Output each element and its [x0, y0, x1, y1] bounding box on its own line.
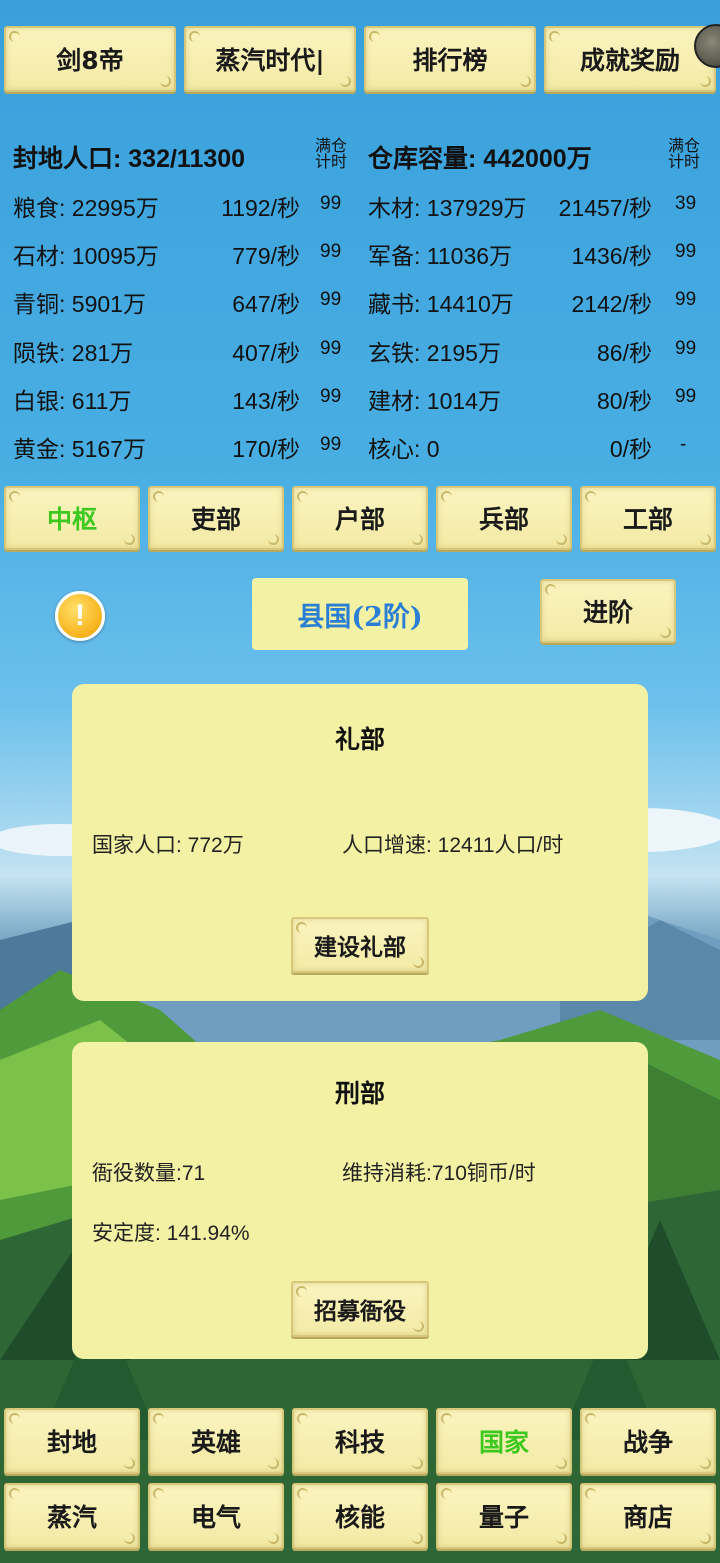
tab-achievements-label: 成就奖励 — [579, 46, 680, 75]
resource-full-timer: 99 — [675, 241, 697, 262]
recruit-officers-button-label: 招募衙役 — [314, 1298, 406, 1325]
tab-personnel-label: 吏部 — [190, 505, 241, 534]
resource-rate: 170/秒 — [232, 436, 300, 462]
nav-tech-label: 科技 — [334, 1428, 385, 1457]
resource-full-timer: 99 — [320, 289, 342, 310]
population-growth: 人口增速: 12411人口/时 — [342, 834, 564, 857]
resource-rate: 1192/秒 — [221, 195, 300, 221]
nav-electric-label: 电气 — [190, 1503, 241, 1532]
tab-revenue[interactable]: 户部 — [292, 486, 428, 550]
nation-rank: 县国(2阶) — [252, 578, 468, 650]
tab-central-label: 中枢 — [46, 505, 97, 534]
resource-full-timer: - — [680, 434, 687, 455]
resource-name: 陨铁: 281万 — [13, 340, 134, 366]
nav-nuclear-label: 核能 — [334, 1503, 385, 1532]
tab-era[interactable]: 蒸汽时代| — [184, 26, 356, 92]
nav-nuclear[interactable]: 核能 — [292, 1483, 428, 1549]
resource-name: 建材: 1014万 — [368, 388, 501, 414]
nav-steam-label: 蒸汽 — [46, 1503, 97, 1532]
resource-name: 核心: 0 — [368, 436, 440, 462]
resource-rate: 21457/秒 — [558, 195, 652, 221]
nav-fief-label: 封地 — [46, 1428, 97, 1457]
resource-full-timer: 99 — [320, 434, 342, 455]
resource-name: 军备: 11036万 — [368, 243, 513, 269]
justice-panel: 刑部 衙役数量:71 维持消耗:710铜币/时 安定度: 141.94% 招募衙… — [72, 1042, 648, 1359]
resource-full-timer: 99 — [675, 338, 697, 359]
fief-population: 封地人口: 332/11300 — [13, 145, 246, 173]
nation-rank-label: 县国(2阶) — [297, 601, 423, 633]
resource-full-timer: 99 — [320, 338, 342, 359]
nav-tech[interactable]: 科技 — [292, 1408, 428, 1474]
tab-revenue-label: 户部 — [334, 505, 385, 534]
resource-full-timer: 99 — [320, 193, 342, 214]
tab-leaderboard[interactable]: 排行榜 — [364, 26, 536, 92]
tab-era-label: 蒸汽时代| — [215, 46, 325, 75]
resource-full-timer: 39 — [675, 193, 697, 214]
resource-name: 藏书: 14410万 — [368, 291, 514, 317]
resource-rate: 2142/秒 — [571, 291, 652, 317]
resource-rate: 1436/秒 — [571, 243, 652, 269]
recruit-officers-button[interactable]: 招募衙役 — [291, 1281, 429, 1337]
stability: 安定度: 141.94% — [92, 1222, 250, 1245]
warehouse-capacity: 仓库容量: 442000万 — [368, 145, 592, 173]
resource-name: 黄金: 5167万 — [13, 436, 146, 462]
officer-count: 衙役数量:71 — [92, 1162, 206, 1185]
resource-full-timer: 99 — [675, 289, 697, 310]
nav-fief[interactable]: 封地 — [4, 1408, 140, 1474]
nav-war[interactable]: 战争 — [580, 1408, 716, 1474]
build-rites-button[interactable]: 建设礼部 — [291, 917, 429, 973]
advance-button[interactable]: 进阶 — [540, 579, 676, 643]
resource-full-timer: 99 — [675, 386, 697, 407]
resource-rate: 407/秒 — [232, 340, 300, 366]
nav-nation-label: 国家 — [478, 1428, 529, 1457]
resource-rate: 0/秒 — [609, 436, 652, 462]
national-population: 国家人口: 772万 — [92, 834, 244, 857]
tab-leaderboard-label: 排行榜 — [412, 46, 488, 75]
rites-panel-title: 礼部 — [334, 725, 385, 754]
rites-panel: 礼部 国家人口: 772万 人口增速: 12411人口/时 建设礼部 — [72, 684, 648, 1001]
tab-world[interactable]: 剑8帝 — [4, 26, 176, 92]
tab-works-label: 工部 — [622, 505, 673, 534]
justice-panel-title: 刑部 — [334, 1079, 385, 1108]
nav-quantum[interactable]: 量子 — [436, 1483, 572, 1549]
nav-heroes[interactable]: 英雄 — [148, 1408, 284, 1474]
full-timer-header-left: 满仓 计时 — [315, 138, 348, 171]
nav-shop[interactable]: 商店 — [580, 1483, 716, 1549]
resource-name: 白银: 611万 — [13, 388, 132, 414]
nav-war-label: 战争 — [622, 1428, 673, 1457]
tab-war[interactable]: 兵部 — [436, 486, 572, 550]
tab-achievements[interactable]: 成就奖励 — [544, 26, 716, 92]
resource-name: 石材: 10095万 — [13, 243, 159, 269]
nav-electric[interactable]: 电气 — [148, 1483, 284, 1549]
tab-war-label: 兵部 — [478, 505, 529, 534]
nav-quantum-label: 量子 — [478, 1503, 529, 1532]
resource-full-timer: 99 — [320, 386, 342, 407]
resource-rate: 143/秒 — [232, 388, 300, 414]
warning-icon[interactable]: ! — [55, 591, 105, 641]
resource-name: 玄铁: 2195万 — [368, 340, 501, 366]
warning-symbol: ! — [75, 599, 85, 632]
advance-button-label: 进阶 — [582, 598, 633, 627]
resource-full-timer: 99 — [320, 241, 342, 262]
upkeep-cost: 维持消耗:710铜币/时 — [342, 1162, 536, 1185]
resource-rate: 80/秒 — [597, 388, 652, 414]
resource-rate: 86/秒 — [597, 340, 652, 366]
resource-name: 木材: 137929万 — [368, 195, 527, 221]
resource-rate: 647/秒 — [232, 291, 300, 317]
nav-steam[interactable]: 蒸汽 — [4, 1483, 140, 1549]
tab-world-label: 剑8帝 — [56, 46, 124, 75]
tab-personnel[interactable]: 吏部 — [148, 486, 284, 550]
nav-shop-label: 商店 — [622, 1503, 673, 1532]
nav-heroes-label: 英雄 — [190, 1428, 241, 1457]
resource-rate: 779/秒 — [232, 243, 300, 269]
full-timer-header-right: 满仓 计时 — [668, 138, 701, 171]
build-rites-button-label: 建设礼部 — [314, 934, 406, 961]
resource-name: 青铜: 5901万 — [13, 291, 146, 317]
tab-works[interactable]: 工部 — [580, 486, 716, 550]
nav-nation[interactable]: 国家 — [436, 1408, 572, 1474]
tab-central[interactable]: 中枢 — [4, 486, 140, 550]
resource-name: 粮食: 22995万 — [13, 195, 159, 221]
